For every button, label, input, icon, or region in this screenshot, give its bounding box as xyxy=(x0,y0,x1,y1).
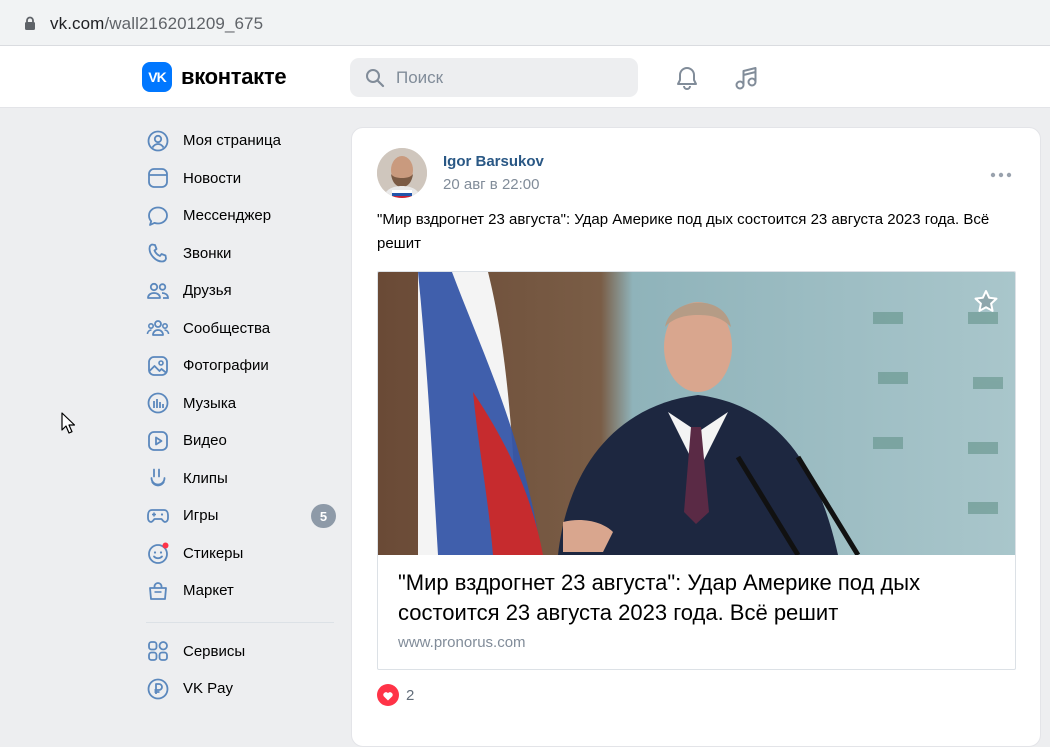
clips-icon xyxy=(146,466,170,490)
like-button[interactable]: 2 xyxy=(377,684,414,706)
sidebar-item-video[interactable]: Видео xyxy=(142,422,342,460)
star-icon[interactable] xyxy=(972,288,1000,316)
url-path: /wall216201209_675 xyxy=(104,14,264,33)
music-icon xyxy=(146,391,170,415)
attachment-title[interactable]: "Мир вздрогнет 23 августа": Удар Америке… xyxy=(398,568,998,628)
post-date[interactable]: 20 авг в 22:00 xyxy=(443,176,539,193)
sidebar-item-label: Музыка xyxy=(183,394,237,412)
attachment-domain: www.pronorus.com xyxy=(398,634,526,651)
gamepad-icon xyxy=(146,504,170,528)
phone-icon xyxy=(146,241,170,265)
sidebar-item-communities[interactable]: Сообщества xyxy=(142,310,342,348)
video-icon xyxy=(146,429,170,453)
search-box[interactable] xyxy=(350,58,638,97)
sidebar-divider xyxy=(146,621,334,623)
post-text: "Мир вздрогнет 23 августа": Удар Америке… xyxy=(377,211,990,252)
vkpay-icon xyxy=(146,677,170,701)
sidebar-item-clips[interactable]: Клипы xyxy=(142,460,342,498)
lock-icon xyxy=(25,16,35,30)
search-icon xyxy=(366,68,385,87)
sidebar-item-label: VK Pay xyxy=(183,680,234,698)
sidebar-item-label: Фотографии xyxy=(183,357,269,375)
sidebar-item-photos[interactable]: Фотографии xyxy=(142,347,342,385)
author-avatar[interactable] xyxy=(377,148,427,198)
news-icon xyxy=(146,166,170,190)
post-author-name[interactable]: Igor Barsukov xyxy=(443,153,544,170)
user-circle-icon xyxy=(146,129,170,153)
attachment-image xyxy=(378,272,1015,555)
sidebar-item-label: Звонки xyxy=(183,244,232,262)
left-sidebar: Моя страница Новости Мессенджер Звонки Д… xyxy=(142,122,342,708)
vk-logo[interactable]: VK вконтакте xyxy=(142,62,287,92)
sidebar-item-label: Клипы xyxy=(183,469,228,487)
like-count: 2 xyxy=(406,686,415,704)
market-icon xyxy=(146,579,170,603)
sidebar-item-label: Видео xyxy=(183,432,227,450)
url-host: vk.com xyxy=(50,14,105,33)
sidebar-item-stickers[interactable]: Стикеры xyxy=(142,535,342,573)
sidebar-item-label: Маркет xyxy=(183,582,234,600)
sidebar-item-label: Новости xyxy=(183,169,242,187)
sidebar-item-label: Друзья xyxy=(183,282,232,300)
message-icon xyxy=(146,204,170,228)
search-input[interactable] xyxy=(394,66,618,89)
music-note-icon[interactable] xyxy=(733,65,759,91)
sidebar-item-messenger[interactable]: Мессенджер xyxy=(142,197,342,235)
sidebar-item-services[interactable]: Сервисы xyxy=(142,633,342,671)
sticker-icon xyxy=(146,541,170,565)
sidebar-item-my-page[interactable]: Моя страница xyxy=(142,122,342,160)
sidebar-item-games[interactable]: Игры 5 xyxy=(142,497,342,535)
vk-logo-text: вконтакте xyxy=(181,64,287,89)
sidebar-item-news[interactable]: Новости xyxy=(142,160,342,198)
sidebar-item-label: Сообщества xyxy=(183,319,271,337)
vk-logo-icon: VK xyxy=(142,62,172,92)
sidebar-item-friends[interactable]: Друзья xyxy=(142,272,342,310)
post-card: Igor Barsukov 20 авг в 22:00 "Мир вздрог… xyxy=(351,127,1041,747)
sidebar-item-label: Моя страница xyxy=(183,132,281,150)
games-count-badge: 5 xyxy=(311,504,336,528)
communities-icon xyxy=(146,316,170,340)
more-options-icon[interactable] xyxy=(989,171,1013,179)
services-icon xyxy=(146,639,170,663)
photo-icon xyxy=(146,354,170,378)
sidebar-item-label: Мессенджер xyxy=(183,207,272,225)
sidebar-item-label: Игры xyxy=(183,507,219,525)
bell-icon[interactable] xyxy=(674,65,700,91)
mouse-cursor-icon xyxy=(61,412,75,434)
site-header: VK вконтакте xyxy=(0,46,1050,108)
sidebar-item-vk-pay[interactable]: VK Pay xyxy=(142,670,342,708)
sidebar-item-label: Стикеры xyxy=(183,544,244,562)
link-attachment[interactable]: "Мир вздрогнет 23 августа": Удар Америке… xyxy=(377,271,1016,670)
browser-address-bar: vk.com/wall216201209_675 xyxy=(0,0,1050,46)
friends-icon xyxy=(146,279,170,303)
sidebar-item-music[interactable]: Музыка xyxy=(142,385,342,423)
sidebar-item-calls[interactable]: Звонки xyxy=(142,235,342,273)
url-text: vk.com/wall216201209_675 xyxy=(50,14,263,34)
url-field[interactable]: vk.com/wall216201209_675 xyxy=(6,3,1046,41)
heart-icon xyxy=(377,684,399,706)
sidebar-item-label: Сервисы xyxy=(183,642,246,660)
sidebar-item-market[interactable]: Маркет xyxy=(142,572,342,610)
